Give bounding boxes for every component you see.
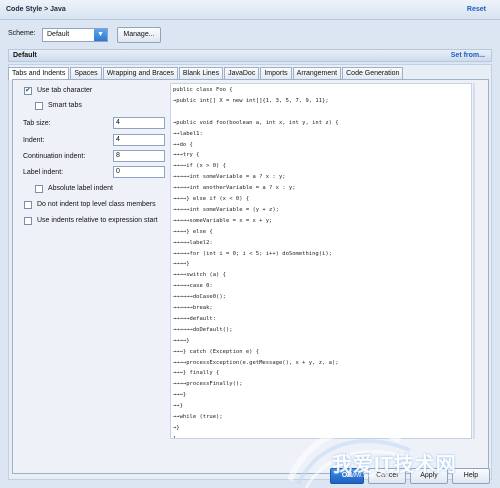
tab-bar: Tabs and Indents Spaces Wrapping and Bra… <box>8 67 404 80</box>
code-line: →→do { <box>173 141 193 148</box>
code-line: →→→→→label2: <box>173 239 213 246</box>
page-title: Code Style > Java <box>6 6 66 13</box>
scheme-label: Scheme: <box>8 30 36 37</box>
code-line: →→→→→someVariable = x = x + y; <box>173 217 273 224</box>
watermark-url: www.52ij.com <box>346 472 389 479</box>
tab-imports[interactable]: Imports <box>260 67 292 79</box>
scheme-select[interactable]: Default ▼ <box>42 28 108 42</box>
tab-spaces[interactable]: Spaces <box>70 67 102 79</box>
code-line: →→→→→→doDefault(); <box>173 326 233 333</box>
code-preview[interactable]: public class Foo { →public int[] X = new … <box>170 83 472 439</box>
code-line: →→→try { <box>173 152 200 159</box>
tab-wrapping-and-braces[interactable]: Wrapping and Braces <box>102 67 178 79</box>
indent-input[interactable]: 4 <box>113 134 165 146</box>
code-line: } <box>173 435 177 439</box>
absolute-label-label: Absolute label indent <box>48 185 113 192</box>
chevron-down-icon[interactable]: ▼ <box>94 29 107 41</box>
use-tab-checkbox[interactable] <box>24 86 32 95</box>
no-indent-top-checkbox[interactable] <box>24 201 32 209</box>
code-line: →→→→→int someVariable = a ? x : y; <box>173 174 286 181</box>
relative-indent-label: Use indents relative to expression start <box>37 217 158 224</box>
code-preview-edge <box>473 83 475 439</box>
scheme-value: Default <box>47 31 70 38</box>
code-line: →→} <box>173 403 183 410</box>
use-tab-label: Use tab character <box>37 87 93 94</box>
code-line: public class Foo { <box>173 87 233 93</box>
code-line: →→→→if (x > 0) { <box>173 163 226 170</box>
code-line: →→→→} else if (x < 0) { <box>173 196 250 202</box>
reset-link[interactable]: Reset <box>467 6 486 13</box>
code-line: →→→→→→break; <box>173 305 213 311</box>
code-line: →→→} <box>173 392 187 399</box>
manage-button[interactable]: Manage... <box>117 27 161 43</box>
code-line: →public int[] X = new int[]{1, 3, 5, 7, … <box>173 97 329 104</box>
label-indent-label: Label indent: <box>23 169 64 176</box>
code-line: →→→→→for (int i = 0; i < 5; i++) doSomet… <box>173 250 332 257</box>
code-line: →→→→→default: <box>173 315 217 322</box>
indent-label: Indent: <box>23 137 45 144</box>
code-line: →→while (true); <box>173 414 223 420</box>
code-line: →→→→→case 0: <box>173 283 213 290</box>
tab-size-input[interactable]: 4 <box>113 117 165 129</box>
watermark: 我爱IT技术网 www.52ij.com <box>270 410 500 488</box>
code-line: →→→→→→doCase0(); <box>173 294 226 301</box>
relative-indent-checkbox[interactable] <box>24 217 32 225</box>
tab-code-generation[interactable]: Code Generation <box>342 67 404 79</box>
code-line: →→→→→int anotherVariable = a ? x : y; <box>173 185 296 192</box>
smart-tabs-label: Smart tabs <box>48 102 82 109</box>
code-line: →} <box>173 424 180 431</box>
set-from-link[interactable]: Set from... <box>451 52 485 59</box>
tab-size-label: Tab size: <box>23 120 51 127</box>
no-indent-top-label: Do not indent top level class members <box>37 201 156 208</box>
scheme-header-bar: Default Set from... <box>8 49 492 62</box>
code-line: →→→→} else { <box>173 228 213 235</box>
code-line: →→→→processException(e.getMessage(), x +… <box>173 359 339 366</box>
code-line: →→→→processFinally(); <box>173 381 243 388</box>
continuation-indent-label: Continuation indent: <box>23 153 86 160</box>
tab-blank-lines[interactable]: Blank Lines <box>178 67 224 79</box>
code-line: →public void foo(boolean a, int x, int y… <box>173 119 339 126</box>
code-line: →→→} catch (Exception e) { <box>173 348 260 355</box>
code-line: →→label1: <box>173 130 203 137</box>
code-line: →→→→} <box>173 261 190 268</box>
code-line: →→→→switch (a) { <box>173 272 226 279</box>
smart-tabs-checkbox[interactable] <box>35 102 43 110</box>
code-line: →→→→→int someVariable = (y + z); <box>173 206 279 213</box>
title-bar: Code Style > Java Reset <box>0 0 500 20</box>
code-line: →→→→} <box>173 337 190 344</box>
continuation-indent-input[interactable]: 8 <box>113 150 165 162</box>
tab-javadoc[interactable]: JavaDoc <box>224 67 260 79</box>
code-line: →→→} finally { <box>173 370 220 377</box>
absolute-label-checkbox[interactable] <box>35 185 43 193</box>
tab-arrangement[interactable]: Arrangement <box>292 67 342 79</box>
label-indent-input[interactable]: 0 <box>113 166 165 178</box>
scheme-header-label: Default <box>13 52 37 59</box>
